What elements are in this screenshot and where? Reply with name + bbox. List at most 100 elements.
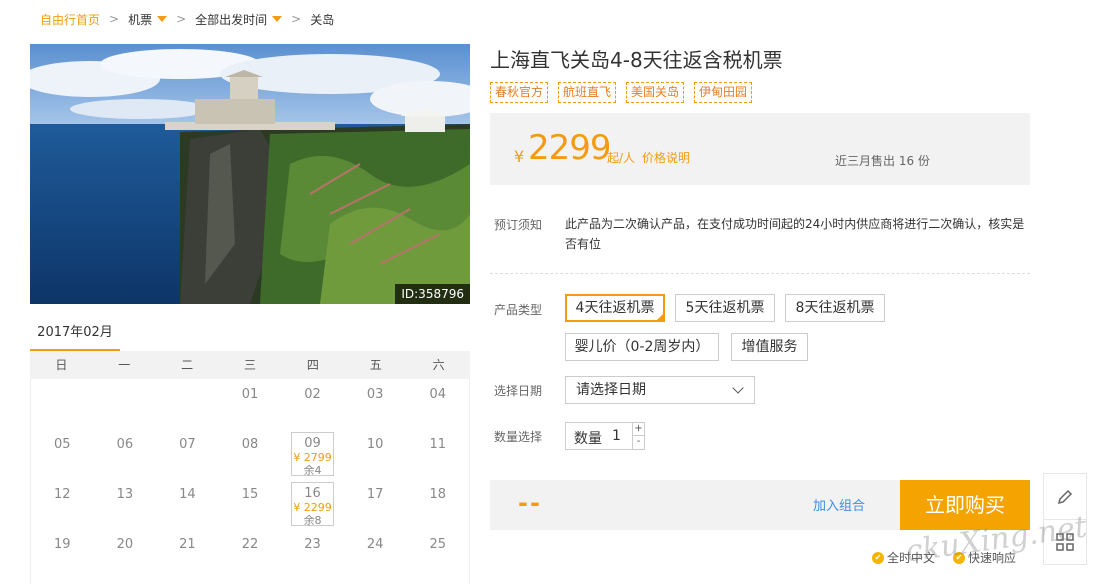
type-option-5day[interactable]: 5天往返机票: [675, 294, 775, 322]
calendar-day: 24: [344, 529, 407, 579]
calendar-day-number: 19: [54, 537, 71, 552]
calendar-day-remaining: 余4: [303, 464, 322, 477]
calendar-day-number: 07: [179, 437, 196, 452]
calendar-day-number: 20: [116, 537, 134, 552]
weekday-label: 六: [432, 358, 445, 372]
price-panel: ¥ 2299 起/人 价格说明 近三月售出 16 份: [490, 113, 1030, 185]
calendar-day-number: 21: [179, 537, 196, 552]
calendar-weekday-header: 日 一 二 三 四 五 六: [30, 351, 470, 379]
type-option-label: 8天往返机票: [795, 300, 875, 316]
chevron-right-icon: >: [109, 12, 120, 26]
type-option-label: 婴儿价（0-2周岁内）: [574, 339, 710, 355]
product-tag: 伊甸田园: [694, 82, 753, 103]
calendar-day-number: 25: [429, 537, 446, 552]
product-tag: 春秋官方: [490, 82, 549, 103]
caret-down-icon: [272, 16, 283, 22]
weekday-label: 五: [369, 358, 382, 372]
calendar-day-number: 17: [366, 487, 384, 502]
date-label: 选择日期: [494, 384, 543, 398]
calendar-day: 21: [156, 529, 219, 579]
weekday-label: 一: [118, 358, 131, 372]
breadcrumb: 自由行首页 > 机票 > 全部出发时间 > 关岛: [40, 10, 334, 28]
calendar-day-number: 01: [241, 387, 259, 402]
calendar-day: 04: [406, 379, 469, 429]
breadcrumb-flight-dropdown[interactable]: 机票: [128, 11, 168, 28]
calendar-day: 19: [31, 529, 94, 579]
calendar-day-number: 24: [366, 537, 384, 552]
calendar-day: 17: [344, 479, 407, 529]
breadcrumb-destination: 关岛: [310, 12, 335, 27]
calendar-day: 07: [156, 429, 219, 479]
calendar-day-number: 13: [116, 487, 134, 502]
calendar-day-number: 23: [304, 537, 321, 552]
calendar-day-number: 05: [54, 437, 71, 452]
type-option-label: 4天往返机票: [575, 300, 655, 316]
calendar-day: [94, 379, 157, 429]
calendar-day: 01: [219, 379, 282, 429]
calendar-day: 14: [156, 479, 219, 529]
product-type-label: 产品类型: [494, 303, 543, 317]
calendar-grid: 01 02 03 04 05 06 07 08 09 ¥ 2799 余4 10 11 12 13 14 15 16…: [30, 379, 470, 584]
calendar-day: 06: [94, 429, 157, 479]
calendar-day: 22: [219, 529, 282, 579]
breadcrumb-home-link[interactable]: 自由行首页: [40, 11, 100, 28]
type-option-addon[interactable]: 增值服务: [731, 333, 808, 361]
total-price: --: [518, 489, 542, 517]
product-tag: 美国关岛: [626, 82, 685, 103]
calendar-day-number: 12: [54, 487, 71, 502]
type-option-label: 增值服务: [741, 339, 798, 355]
product-tags: 春秋官方 航班直飞 美国关岛 伊甸田园: [490, 82, 753, 103]
section-divider: [490, 273, 1030, 274]
cliff-ocean-photo: [30, 44, 470, 304]
calendar-day-available[interactable]: 09 ¥ 2799 余4: [291, 432, 334, 477]
weekday-label: 三: [243, 358, 256, 372]
breadcrumb-flight-label: 机票: [128, 12, 153, 27]
type-option-label: 5天往返机票: [685, 300, 765, 316]
quantity-decrease-button[interactable]: -: [632, 436, 644, 449]
calendar-day-number: 06: [116, 437, 134, 452]
notice-label: 预订须知: [494, 218, 543, 232]
calendar-day: 15: [219, 479, 282, 529]
type-option-infant[interactable]: 婴儿价（0-2周岁内）: [565, 333, 719, 361]
chevron-down-icon: [732, 382, 744, 394]
product-photo: ID:358796: [30, 44, 470, 304]
calendar-day-number: 18: [429, 487, 446, 502]
breadcrumb-departure-label: 全部出发时间: [195, 12, 268, 27]
purchase-bar: -- 加入组合 立即购买: [490, 480, 1030, 530]
product-title: 上海直飞关岛4-8天往返含税机票: [490, 48, 783, 72]
calendar-day: 08: [219, 429, 282, 479]
calendar-day: 12: [31, 479, 94, 529]
check-circle-icon: ✔: [872, 551, 884, 564]
quantity-inner-label: 数量: [574, 431, 602, 447]
calendar-day: 18: [406, 479, 469, 529]
calendar-day: [156, 379, 219, 429]
check-icon: ✔: [657, 311, 663, 319]
sales-count: 近三月售出 16 份: [835, 154, 930, 168]
weekday-label: 二: [181, 358, 194, 372]
calendar-month-tab[interactable]: 2017年02月: [30, 318, 120, 352]
calendar-day-number: 03: [366, 387, 384, 402]
price-amount: 2299: [528, 128, 612, 168]
quantity-value[interactable]: 1: [612, 428, 621, 444]
calendar-day: 05: [31, 429, 94, 479]
breadcrumb-departure-dropdown[interactable]: 全部出发时间: [195, 11, 283, 28]
calendar-day-price: ¥ 2299: [293, 501, 332, 514]
calendar-day: 25: [406, 529, 469, 579]
quantity-increase-button[interactable]: +: [632, 423, 644, 436]
calendar-day-number: 02: [304, 387, 321, 402]
calendar-day: [31, 379, 94, 429]
price-per-person: 起/人: [607, 151, 636, 165]
add-combo-link[interactable]: 加入组合: [813, 495, 865, 514]
calendar-day-available[interactable]: 16 ¥ 2299 余8: [291, 482, 334, 527]
calendar-day-number: 15: [241, 487, 259, 502]
calendar-day: 23: [281, 529, 344, 579]
calendar-day-number: 11: [429, 437, 446, 452]
date-select[interactable]: 请选择日期: [565, 376, 755, 404]
type-option-4day[interactable]: 4天往返机票 ✔: [565, 294, 665, 322]
currency-symbol: ¥: [514, 147, 525, 166]
type-option-8day[interactable]: 8天往返机票: [785, 294, 885, 322]
calendar-day-number: 14: [179, 487, 196, 502]
calendar-day-number: 04: [429, 387, 446, 402]
price-explain-link[interactable]: 价格说明: [642, 149, 690, 166]
calendar-day-price: ¥ 2799: [293, 451, 332, 464]
